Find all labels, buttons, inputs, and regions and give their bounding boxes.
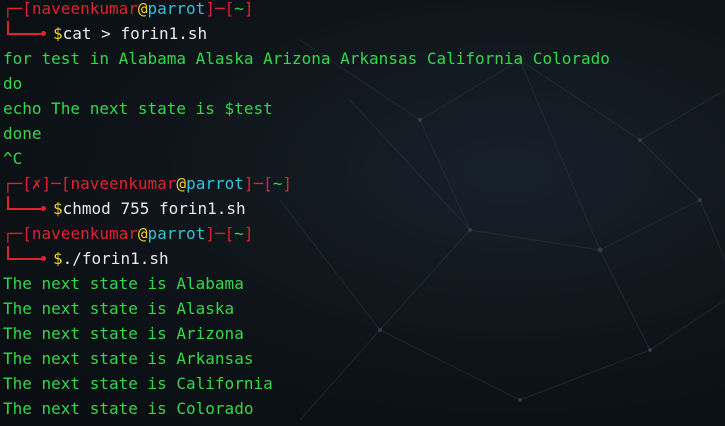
prompt-arrow-icon [3,246,53,271]
prompt-command-line: $cat > forin1.sh [3,21,610,46]
prompt-command-line: $chmod 755 forin1.sh [3,196,610,221]
prompt-at: @ [137,224,148,243]
prompt-arrow-icon [3,196,53,221]
prompt-user: naveenkumar [31,224,138,243]
prompt-dir: ~ [234,224,244,243]
output-line: The next state is Colorado [3,399,254,418]
command-text: ./forin1.sh [62,249,169,268]
input-line: ^C [3,149,23,168]
output-line: The next state is Arkansas [3,349,254,368]
terminal-output: ┌─[naveenkumar@parrot]─[~] $cat > forin1… [3,0,610,421]
prompt-command-line: $./forin1.sh [3,246,610,271]
command-text: cat > forin1.sh [62,24,208,43]
input-line: echo The next state is $test [3,99,273,118]
prompt-host: parrot [186,174,244,193]
prompt-user: naveenkumar [31,0,138,18]
output-line: The next state is Alabama [3,274,244,293]
error-mark-icon: ✗ [31,174,42,193]
command-text: chmod 755 forin1.sh [62,199,246,218]
prompt-dir: ~ [234,0,244,18]
input-line: do [3,74,23,93]
prompt-header: ┌─[✗]─[naveenkumar@parrot]─[~] [3,174,293,193]
prompt-at: @ [176,174,187,193]
output-line: The next state is California [3,374,273,393]
prompt-header: ┌─[naveenkumar@parrot]─[~] [3,224,254,243]
output-line: The next state is Alaska [3,299,235,318]
prompt-dollar: $ [53,24,63,43]
input-line: for test in Alabama Alaska Arizona Arkan… [3,49,610,68]
terminal-window[interactable]: ┌─[naveenkumar@parrot]─[~] $cat > forin1… [0,0,725,426]
output-line: The next state is Arizona [3,324,244,343]
prompt-dir: ~ [272,174,283,193]
prompt-dollar: $ [53,249,63,268]
prompt-header: ┌─[naveenkumar@parrot]─[~] [3,0,254,18]
prompt-user: naveenkumar [70,174,177,193]
prompt-host: parrot [147,0,206,18]
input-line: done [3,124,42,143]
prompt-at: @ [137,0,148,18]
prompt-dollar: $ [53,199,63,218]
prompt-host: parrot [147,224,206,243]
prompt-arrow-icon [3,21,53,46]
